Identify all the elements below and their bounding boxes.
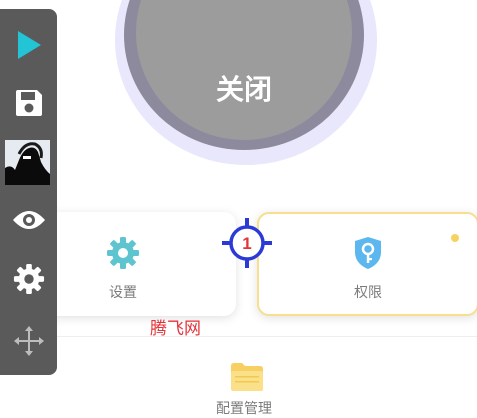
config-management-label: 配置管理 (216, 401, 272, 417)
notification-dot (451, 234, 459, 242)
save-icon[interactable] (0, 85, 57, 121)
floating-toolbar (0, 9, 57, 375)
permissions-label: 权限 (354, 285, 382, 301)
move-icon[interactable] (0, 323, 57, 359)
power-toggle-label: 关闭 (215, 72, 272, 106)
gear-icon[interactable] (0, 261, 57, 297)
gear-icon (106, 236, 140, 274)
settings-label: 设置 (109, 285, 137, 301)
marker-crosshair: 1 (222, 218, 272, 268)
marker-number: 1 (242, 234, 251, 253)
eye-icon[interactable] (0, 202, 57, 238)
thumbnail-image[interactable] (5, 140, 50, 185)
key-shield-icon (353, 236, 383, 274)
play-icon[interactable] (0, 27, 57, 63)
watermark-text: 腾飞网 (150, 319, 201, 339)
folder-icon[interactable] (230, 362, 264, 396)
permissions-card[interactable]: 权限 (257, 212, 477, 316)
